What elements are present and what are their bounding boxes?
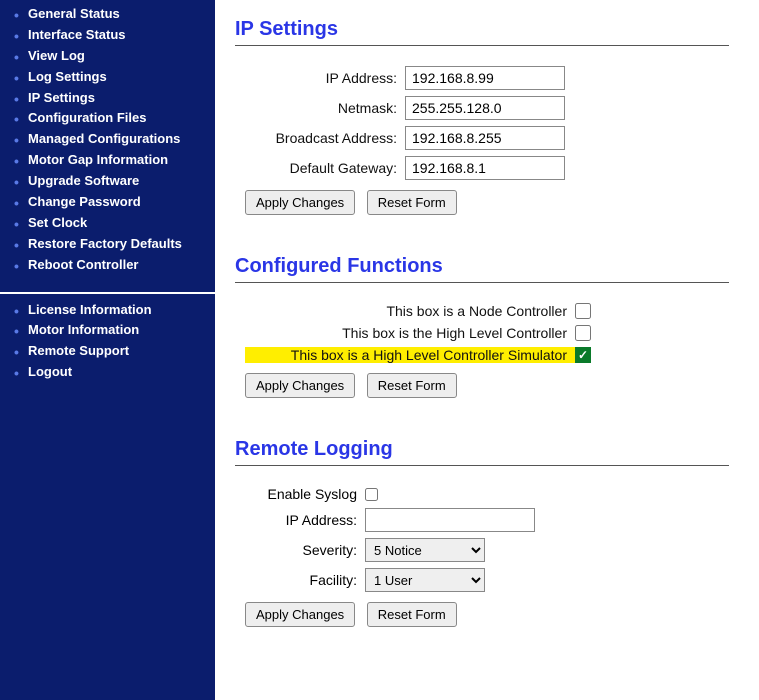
sidebar-item-configuration-files[interactable]: Configuration Files [8, 108, 207, 129]
simulator-label: This box is a High Level Controller Simu… [245, 347, 575, 363]
sidebar-item-motor-information[interactable]: Motor Information [8, 320, 207, 341]
high-level-controller-checkbox[interactable] [575, 325, 591, 341]
configured-functions-heading: Configured Functions [235, 255, 729, 278]
severity-select[interactable]: 5 Notice [365, 538, 485, 562]
severity-label: Severity: [245, 542, 365, 558]
ip-apply-button[interactable]: Apply Changes [245, 190, 355, 215]
remote-logging-form: Enable Syslog IP Address: Severity: 5 No… [245, 486, 729, 627]
gateway-label: Default Gateway: [245, 160, 405, 176]
netmask-label: Netmask: [245, 100, 405, 116]
section-divider [235, 282, 729, 283]
facility-label: Facility: [245, 572, 365, 588]
ip-settings-form: IP Address: Netmask: Broadcast Address: … [245, 66, 729, 215]
remote-reset-button[interactable]: Reset Form [367, 602, 457, 627]
ip-address-input[interactable] [405, 66, 565, 90]
broadcast-input[interactable] [405, 126, 565, 150]
sidebar-item-general-status[interactable]: General Status [8, 4, 207, 25]
sidebar-item-upgrade-software[interactable]: Upgrade Software [8, 171, 207, 192]
ip-address-label: IP Address: [245, 70, 405, 86]
sidebar-item-ip-settings[interactable]: IP Settings [8, 88, 207, 109]
sidebar-item-change-password[interactable]: Change Password [8, 192, 207, 213]
remote-apply-button[interactable]: Apply Changes [245, 602, 355, 627]
remote-ip-label: IP Address: [245, 512, 365, 528]
check-icon: ✓ [578, 348, 588, 362]
section-divider [235, 465, 729, 466]
enable-syslog-checkbox[interactable] [365, 488, 378, 501]
sidebar-item-log-settings[interactable]: Log Settings [8, 67, 207, 88]
functions-apply-button[interactable]: Apply Changes [245, 373, 355, 398]
sidebar-item-remote-support[interactable]: Remote Support [8, 341, 207, 362]
gateway-input[interactable] [405, 156, 565, 180]
configured-functions-form: This box is a Node Controller This box i… [245, 303, 729, 398]
remote-logging-heading: Remote Logging [235, 438, 729, 461]
ip-reset-button[interactable]: Reset Form [367, 190, 457, 215]
sidebar-divider [0, 292, 215, 294]
sidebar-nav-group-1: General Status Interface Status View Log… [0, 4, 215, 286]
sidebar-item-logout[interactable]: Logout [8, 362, 207, 383]
sidebar-item-motor-gap-information[interactable]: Motor Gap Information [8, 150, 207, 171]
section-divider [235, 45, 729, 46]
functions-reset-button[interactable]: Reset Form [367, 373, 457, 398]
facility-select[interactable]: 1 User [365, 568, 485, 592]
node-controller-label: This box is a Node Controller [245, 303, 575, 319]
sidebar-item-reboot-controller[interactable]: Reboot Controller [8, 255, 207, 276]
sidebar-item-restore-factory-defaults[interactable]: Restore Factory Defaults [8, 234, 207, 255]
ip-settings-heading: IP Settings [235, 18, 729, 41]
high-level-controller-label: This box is the High Level Controller [245, 325, 575, 341]
node-controller-checkbox[interactable] [575, 303, 591, 319]
sidebar-item-interface-status[interactable]: Interface Status [8, 25, 207, 46]
netmask-input[interactable] [405, 96, 565, 120]
sidebar-item-set-clock[interactable]: Set Clock [8, 213, 207, 234]
remote-ip-input[interactable] [365, 508, 535, 532]
sidebar-nav-group-2: License Information Motor Information Re… [0, 300, 215, 394]
broadcast-label: Broadcast Address: [245, 130, 405, 146]
sidebar-item-license-information[interactable]: License Information [8, 300, 207, 321]
enable-syslog-label: Enable Syslog [245, 486, 365, 502]
simulator-checkbox[interactable]: ✓ [575, 347, 591, 363]
sidebar: General Status Interface Status View Log… [0, 0, 215, 700]
sidebar-item-view-log[interactable]: View Log [8, 46, 207, 67]
sidebar-item-managed-configurations[interactable]: Managed Configurations [8, 129, 207, 150]
main-content: IP Settings IP Address: Netmask: Broadca… [215, 0, 759, 700]
